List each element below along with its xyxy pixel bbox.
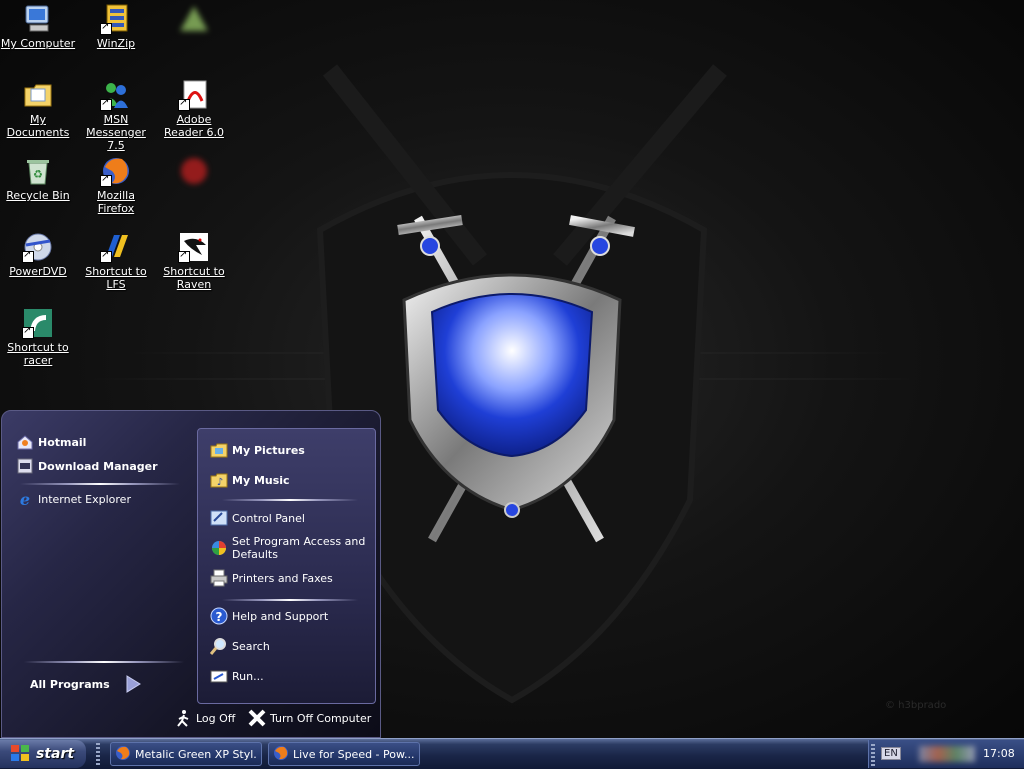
shortcut-arrow-icon [22,325,34,339]
arrow-right-icon [124,675,142,693]
desktop-icon-label: My Documents [6,113,70,139]
taskbar-button-live-for-speed[interactable]: Live for Speed - Pow... [268,742,420,766]
start-button[interactable]: start [0,740,86,768]
internet-explorer-icon: e [16,490,34,509]
desktop-icon-label: Recycle Bin [6,189,70,202]
windows-logo-icon [10,744,30,765]
desktop-icon-label: Shortcut to Raven [163,265,225,291]
folder-documents-icon [22,79,54,111]
start-menu-item-hotmail[interactable]: Hotmail [16,433,86,451]
recycle-bin-icon: ♻ [22,155,54,187]
start-menu-separator [20,483,180,485]
desktop-icon-firefox[interactable]: Mozilla Firefox [78,155,154,215]
powerdvd-icon [22,231,54,263]
start-menu: Hotmail Download Manager e Internet Expl… [1,410,381,738]
start-menu-item-set-program-access[interactable]: Set Program Access and Defaults [210,535,370,561]
firefox-icon [115,745,131,764]
wallpaper-signature: © h3bprado [885,700,947,711]
language-indicator[interactable]: EN [881,747,901,760]
lfs-icon [100,231,132,263]
system-tray: EN 17:08 [868,740,1024,768]
help-icon: ? [210,607,228,625]
download-manager-icon [16,457,34,475]
raven-icon [178,231,210,263]
svg-text:e: e [20,490,30,508]
shortcut-arrow-icon [100,97,112,111]
desktop-icon-label: MSN Messenger 7.5 [86,113,146,152]
start-menu-left-pane: Hotmail Download Manager e Internet Expl… [2,411,192,701]
desktop-icon-msn-messenger[interactable]: MSN Messenger 7.5 [78,79,154,152]
svg-text:♻: ♻ [33,168,43,181]
firefox-icon [100,155,132,187]
shortcut-arrow-icon [100,249,112,263]
start-menu-separator [24,661,184,663]
my-pictures-icon [210,441,228,459]
start-menu-item-search[interactable]: Search [209,637,270,655]
desktop-icon-powerdvd[interactable]: PowerDVD [0,231,76,278]
winzip-icon [100,3,132,35]
start-menu-separator [222,499,358,501]
printer-icon [210,569,228,587]
start-menu-item-my-pictures[interactable]: My Pictures [210,441,305,459]
start-menu-item-help-support[interactable]: ? Help and Support [210,607,328,625]
all-programs-button[interactable]: All Programs [30,675,142,693]
start-menu-item-control-panel[interactable]: Control Panel [210,509,305,527]
start-menu-footer: Log Off Turn Off Computer [2,701,380,737]
desktop-icon-label: Shortcut to LFS [85,265,147,291]
desktop-icon-recycle-bin[interactable]: ♻ Recycle Bin [0,155,76,202]
taskbar-button-metalic-green[interactable]: Metalic Green XP Styl... [110,742,262,766]
desktop-icon-blurred[interactable] [156,3,232,50]
start-menu-separator [222,599,358,601]
svg-text:?: ? [216,610,223,624]
desktop-icon-blurred[interactable] [156,155,232,202]
desktop-icon-label: Mozilla Firefox [97,189,135,215]
desktop-icon-adobe-reader[interactable]: Adobe Reader 6.0 [156,79,232,139]
blurred-icon [178,155,210,187]
tray-grip[interactable] [871,744,875,766]
firefox-icon [273,745,289,764]
start-menu-item-run[interactable]: Run... [210,667,264,685]
computer-icon [22,3,54,35]
hotmail-icon [16,433,34,451]
program-access-icon [210,539,228,557]
desktop-icon-label: PowerDVD [9,265,67,278]
shortcut-arrow-icon [100,21,112,35]
start-menu-item-my-music[interactable]: ♪ My Music [210,471,290,489]
shortcut-arrow-icon [178,249,190,263]
adobe-reader-icon [178,79,210,111]
desktop-icon-racer[interactable]: Shortcut to racer [0,307,76,367]
taskbar-grip[interactable] [96,743,100,765]
shortcut-arrow-icon [178,97,190,111]
desktop-icon-winzip[interactable]: WinZip [78,3,154,50]
turn-off-computer-button[interactable]: Turn Off Computer [248,709,371,727]
desktop-icon-raven[interactable]: Shortcut to Raven [156,231,232,291]
start-menu-right-pane: My Pictures ♪ My Music Control Panel Set… [197,428,376,704]
log-off-icon [174,709,192,727]
my-music-icon: ♪ [210,471,228,489]
run-icon [210,667,228,685]
blurred-tray-icons [919,746,975,762]
racer-icon [22,307,54,339]
search-icon [209,637,228,655]
desktop-icon-my-computer[interactable]: My Computer [0,3,76,50]
desktop-icon-my-documents[interactable]: My Documents [0,79,76,139]
blurred-icon [178,3,210,35]
start-menu-item-printers-faxes[interactable]: Printers and Faxes [210,569,333,587]
desktop-icon-label: Adobe Reader 6.0 [164,113,224,139]
desktop-icon-lfs[interactable]: Shortcut to LFS [78,231,154,291]
log-off-button[interactable]: Log Off [174,709,235,727]
power-x-icon [248,709,266,727]
clock[interactable]: 17:08 [983,747,1015,760]
desktop-icon-label: WinZip [96,37,136,50]
shortcut-arrow-icon [22,249,34,263]
desktop-icon-label: Shortcut to racer [7,341,69,367]
start-menu-item-download-manager[interactable]: Download Manager [16,457,158,475]
msn-messenger-icon [100,79,132,111]
start-menu-item-internet-explorer[interactable]: e Internet Explorer [16,490,131,509]
desktop-icon-label: My Computer [0,37,76,50]
control-panel-icon [210,509,228,527]
taskbar: start Metalic Green XP Styl... Live for … [0,738,1024,769]
shortcut-arrow-icon [100,173,112,187]
svg-text:♪: ♪ [217,477,223,488]
